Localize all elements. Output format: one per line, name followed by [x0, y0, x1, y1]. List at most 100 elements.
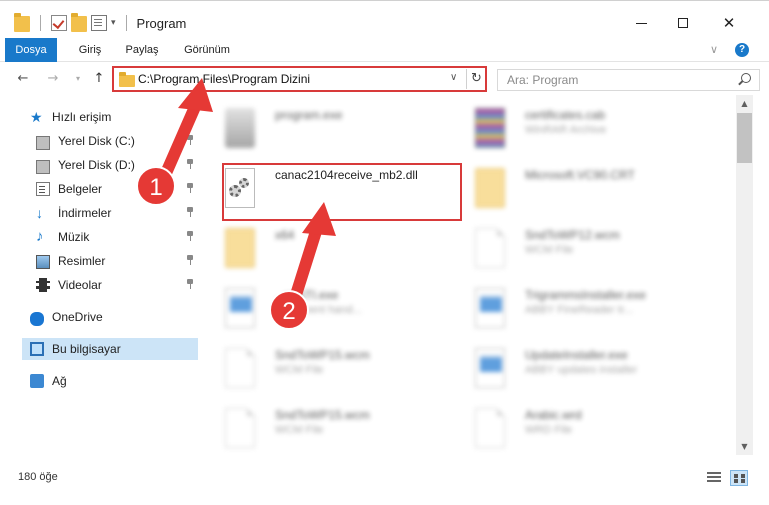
back-button[interactable]: ← — [14, 69, 32, 89]
file-item-sndtowp15-2[interactable]: SndToWP15.wcm WCM File — [205, 400, 445, 456]
sidebar-item-documents[interactable]: Belgeler — [36, 178, 200, 200]
pin-icon[interactable] — [186, 231, 194, 242]
file-description: WCM File — [275, 364, 324, 376]
pin-icon[interactable] — [186, 135, 194, 146]
file-item-updateinstaller[interactable]: UpdateInstaller.exe ABBY updates install… — [455, 340, 695, 396]
search-icon[interactable] — [741, 73, 751, 83]
address-dropdown-icon[interactable]: ∨ — [450, 72, 457, 83]
file-description: WCM File — [275, 424, 324, 436]
videos-icon — [36, 278, 50, 292]
customize-toolbar-caret[interactable]: ▾ — [111, 18, 116, 28]
refresh-button[interactable]: ↻ — [466, 69, 486, 89]
expand-ribbon-icon[interactable]: ∨ — [710, 43, 718, 56]
file-description: WinRAR Archive — [525, 124, 607, 136]
sidebar-item-this-pc[interactable]: Bu bilgisayar — [22, 338, 198, 360]
documents-icon — [36, 182, 50, 196]
application-icon — [475, 288, 505, 328]
pin-icon[interactable] — [186, 279, 194, 290]
new-folder-icon[interactable] — [71, 13, 87, 32]
downloads-icon: ↓ — [36, 205, 43, 221]
sidebar-item-local-disk-d[interactable]: Yerel Disk (D:) — [36, 154, 200, 176]
pin-icon[interactable] — [186, 183, 194, 194]
close-button[interactable]: ✕ — [706, 9, 752, 37]
pin-icon[interactable] — [186, 207, 194, 218]
file-name: x64 — [275, 228, 295, 242]
tab-home[interactable]: Giriş — [76, 38, 104, 62]
sidebar-item-label: İndirmeler — [58, 206, 112, 220]
address-path[interactable]: C:\Program Files\Program Dizini — [138, 72, 310, 86]
large-icons-view-button[interactable] — [730, 470, 748, 486]
file-name: ...yySTI.exe — [275, 288, 339, 302]
executable-icon — [225, 108, 255, 148]
archive-icon — [475, 108, 505, 148]
file-item-program-exe[interactable]: program.exe — [205, 100, 445, 156]
drive-icon — [36, 136, 50, 150]
sidebar-item-local-disk-c[interactable]: Yerel Disk (C:) — [36, 130, 200, 152]
file-name: SndToWP15.wcm — [275, 408, 370, 422]
up-button[interactable]: ↑ — [90, 69, 108, 89]
sidebar-item-label: Hızlı erişim — [52, 110, 112, 124]
file-name: certificates.cab — [525, 108, 606, 122]
file-item-trigramms[interactable]: TrigrammsInstaller.exe ABBY FineReader t… — [455, 280, 695, 336]
file-item-certificates[interactable]: certificates.cab WinRAR Archive — [455, 100, 695, 156]
sidebar-item-videos[interactable]: Videolar — [36, 274, 200, 296]
file-item-arabic[interactable]: Arabic.wrd WRD File — [455, 400, 695, 456]
file-item-yysti[interactable]: ...yySTI.exe ...sti event hand... — [205, 280, 445, 336]
sidebar-item-label: Belgeler — [58, 182, 103, 196]
status-bar: 180 öğe — [0, 462, 769, 490]
file-name: program.exe — [275, 108, 343, 122]
sidebar-item-downloads[interactable]: ↓ İndirmeler — [36, 202, 200, 224]
tab-file[interactable]: Dosya — [5, 38, 57, 62]
application-icon — [225, 288, 255, 328]
window-title: Program — [136, 15, 187, 31]
recent-locations-button[interactable]: ▾ — [69, 69, 87, 89]
file-item-vc90[interactable]: Microsoft.VC90.CRT — [455, 160, 695, 216]
document-icon — [225, 348, 255, 388]
sidebar-item-label: Yerel Disk (C:) — [58, 134, 135, 148]
search-box[interactable] — [497, 69, 760, 91]
sidebar-item-quick-access[interactable]: ★ Hızlı erişim — [30, 106, 111, 128]
scroll-thumb[interactable] — [737, 113, 752, 163]
document-icon — [225, 408, 255, 448]
properties-check-icon[interactable] — [51, 15, 67, 31]
details-view-button[interactable] — [707, 472, 723, 484]
scroll-down-button[interactable]: ▼ — [736, 438, 753, 455]
file-item-x64[interactable]: x64 — [205, 220, 445, 276]
maximize-button[interactable] — [660, 9, 706, 37]
vertical-scrollbar[interactable]: ▲ ▼ — [736, 95, 753, 455]
scroll-up-button[interactable]: ▲ — [736, 95, 753, 112]
file-name: SndToWP12.wcm — [525, 228, 620, 242]
item-count: 180 öğe — [18, 471, 58, 483]
pin-icon[interactable] — [186, 159, 194, 170]
minimize-button[interactable] — [618, 9, 664, 37]
file-name: SndToWP15.wcm — [275, 348, 370, 362]
properties-icon[interactable] — [91, 15, 107, 31]
maximize-icon — [678, 18, 688, 28]
toolbar-separator — [40, 15, 41, 31]
sidebar-item-onedrive[interactable]: OneDrive — [30, 306, 103, 328]
file-description: WCM File — [525, 244, 574, 256]
address-bar[interactable]: C:\Program Files\Program Dizini ∨ ↻ — [112, 66, 487, 92]
search-input[interactable] — [498, 70, 728, 90]
help-icon[interactable]: ? — [735, 43, 749, 57]
sidebar-item-network[interactable]: Ağ — [30, 370, 67, 392]
sidebar-item-label: Yerel Disk (D:) — [58, 158, 135, 172]
sidebar-item-music[interactable]: ♪ Müzik — [36, 226, 200, 248]
tab-share[interactable]: Paylaş — [124, 38, 160, 62]
pictures-icon — [36, 255, 50, 269]
file-item-sndtowp12[interactable]: SndToWP12.wcm WCM File — [455, 220, 695, 276]
file-item-sndtowp15[interactable]: SndToWP15.wcm WCM File — [205, 340, 445, 396]
sidebar-item-label: Müzik — [58, 230, 90, 244]
sidebar-item-label: Ağ — [52, 374, 67, 388]
folder-icon — [14, 13, 30, 32]
tab-view[interactable]: Görünüm — [182, 38, 232, 62]
file-name: TrigrammsInstaller.exe — [525, 288, 646, 302]
sidebar-item-label: Resimler — [58, 254, 106, 268]
pin-icon[interactable] — [186, 255, 194, 266]
folder-icon — [225, 228, 255, 268]
navigation-pane: ★ Hızlı erişim Yerel Disk (C:) Yerel Dis… — [0, 100, 200, 450]
sidebar-item-label: OneDrive — [52, 310, 103, 324]
file-description: WRD File — [525, 424, 573, 436]
sidebar-item-pictures[interactable]: Resimler — [36, 250, 200, 272]
forward-button[interactable]: → — [44, 69, 62, 89]
